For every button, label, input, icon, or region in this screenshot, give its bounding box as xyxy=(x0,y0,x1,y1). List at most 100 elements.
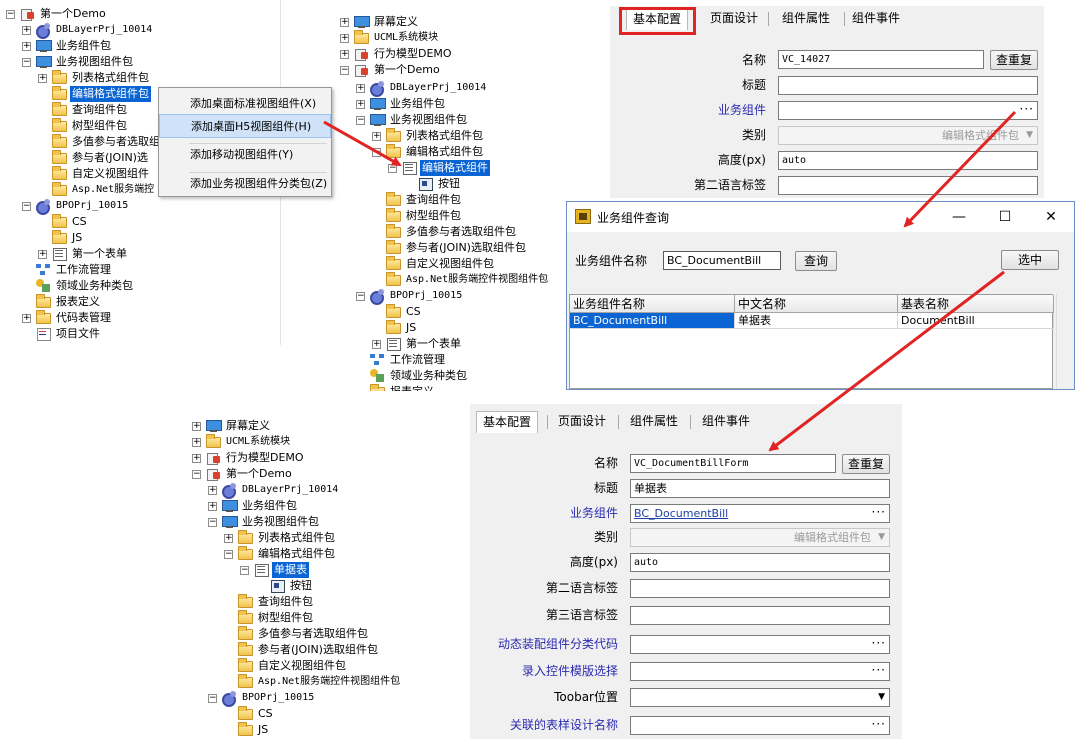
select-button[interactable]: 选中 xyxy=(1001,250,1059,270)
expand-icon[interactable]: + xyxy=(340,50,349,59)
collapse-icon[interactable]: − xyxy=(388,164,397,173)
expand-icon[interactable]: + xyxy=(192,422,201,431)
search-label: 业务组件名称 xyxy=(575,254,648,268)
expand-icon[interactable]: + xyxy=(208,502,217,511)
query-button[interactable]: 查询 xyxy=(795,251,837,271)
collapse-icon[interactable]: − xyxy=(22,58,31,67)
height-field[interactable]: auto xyxy=(630,553,890,572)
maximize-icon[interactable]: ☐ xyxy=(995,207,1015,227)
grid-scrollbar[interactable] xyxy=(1056,294,1074,389)
column-header[interactable]: 业务组件名称 xyxy=(570,295,735,313)
table-cell[interactable]: 单据表 xyxy=(735,313,898,329)
tree-node-label: BPOPrj_10015 xyxy=(390,290,463,301)
collapse-icon[interactable]: − xyxy=(240,566,249,575)
tree-node-label: 按钮 xyxy=(290,579,312,592)
tree-node-label: CS xyxy=(406,305,421,318)
expand-icon[interactable]: + xyxy=(192,438,201,447)
table-cell[interactable]: DocumentBill xyxy=(898,313,1054,329)
category-select[interactable]: 编辑格式组件包 ▼ xyxy=(630,528,890,547)
expand-icon[interactable]: + xyxy=(38,250,47,259)
collapse-icon[interactable]: − xyxy=(356,292,365,301)
search-input[interactable]: BC_DocumentBill xyxy=(663,251,781,270)
tab-component-events[interactable]: 组件事件 xyxy=(846,8,906,30)
expand-icon[interactable]: + xyxy=(192,454,201,463)
tree-node-label: 第一个Demo xyxy=(40,7,106,20)
menu-item-add-h5-view[interactable]: 添加桌面H5视图组件(H) xyxy=(159,114,331,138)
tree-node-label: 查询组件包 xyxy=(406,193,461,206)
minimize-icon[interactable]: — xyxy=(949,207,969,227)
collapse-icon[interactable]: − xyxy=(356,116,365,125)
expand-icon[interactable]: + xyxy=(224,534,233,543)
ellipsis-icon[interactable]: ··· xyxy=(872,663,886,678)
collapse-icon[interactable]: − xyxy=(208,518,217,527)
lang2-field[interactable] xyxy=(630,579,890,598)
tab-basic-config[interactable]: 基本配置 xyxy=(476,411,539,433)
toolbar-position-select[interactable]: ▼ xyxy=(630,688,890,707)
column-header[interactable]: 中文名称 xyxy=(735,295,898,313)
lang3-field[interactable] xyxy=(630,606,890,625)
sample-design-field[interactable]: ··· xyxy=(630,716,890,735)
column-header[interactable]: 基表名称 xyxy=(898,295,1054,313)
check-duplicate-button[interactable]: 查重复 xyxy=(990,50,1038,70)
tree-node-label: 代码表管理 xyxy=(56,311,111,324)
collapse-icon[interactable]: − xyxy=(224,550,233,559)
menu-item-add-category[interactable]: 添加业务视图组件分类包(Z) xyxy=(159,172,331,196)
menu-item-add-mobile-view[interactable]: 添加移动视图组件(Y) xyxy=(159,143,331,167)
tab-page-design[interactable]: 页面设计 xyxy=(704,8,764,30)
close-icon[interactable]: ✕ xyxy=(1041,207,1061,227)
title-field[interactable] xyxy=(778,76,1038,95)
check-duplicate-button[interactable]: 查重复 xyxy=(842,454,890,474)
expand-icon[interactable]: + xyxy=(208,486,217,495)
expand-icon[interactable]: + xyxy=(38,74,47,83)
tab-component-props[interactable]: 组件属性 xyxy=(776,8,836,30)
expand-icon[interactable]: + xyxy=(22,26,31,35)
collapse-icon[interactable]: − xyxy=(372,148,381,157)
tab-bar-2: 基本配置 页面设计 组件属性 组件事件 xyxy=(476,411,776,433)
category-value: 编辑格式组件包 xyxy=(794,531,871,544)
expand-icon[interactable]: + xyxy=(22,42,31,51)
ellipsis-icon[interactable]: ··· xyxy=(872,505,886,520)
ellipsis-icon[interactable]: ··· xyxy=(872,636,886,651)
tree-node-label: 业务视图组件包 xyxy=(242,515,319,528)
folder-icon xyxy=(354,30,370,45)
category-select[interactable]: 编辑格式组件包 ▼ xyxy=(778,126,1038,145)
collapse-icon[interactable]: − xyxy=(22,202,31,211)
expand-icon[interactable]: + xyxy=(340,34,349,43)
expand-icon[interactable]: + xyxy=(340,18,349,27)
expand-icon[interactable]: + xyxy=(356,100,365,109)
tab-component-events[interactable]: 组件事件 xyxy=(696,411,756,433)
tree-node-label: 自定义视图组件 xyxy=(72,167,149,180)
table-cell[interactable]: BC_DocumentBill xyxy=(570,313,735,329)
name-field[interactable]: VC_14027 xyxy=(778,50,984,69)
tab-component-props[interactable]: 组件属性 xyxy=(624,411,684,433)
tree-node-label: 行为模型DEMO xyxy=(374,47,452,60)
folder-icon xyxy=(238,642,254,657)
name-field[interactable]: VC_DocumentBillForm xyxy=(630,454,836,473)
business-component-field[interactable]: BC_DocumentBill ··· xyxy=(630,504,890,523)
folder-icon xyxy=(386,304,402,319)
expand-icon[interactable]: + xyxy=(372,132,381,141)
collapse-icon[interactable]: − xyxy=(208,694,217,703)
menu-item-add-desktop-view[interactable]: 添加桌面标准视图组件(X) xyxy=(159,92,331,116)
ellipsis-icon[interactable]: ··· xyxy=(872,717,886,732)
tab-page-design[interactable]: 页面设计 xyxy=(552,411,612,433)
folder-icon xyxy=(36,294,52,309)
folder-icon xyxy=(238,610,254,625)
business-component-field[interactable]: ··· xyxy=(778,101,1038,120)
flow-icon xyxy=(36,263,52,277)
title-field[interactable]: 单据表 xyxy=(630,479,890,498)
folder-icon xyxy=(386,256,402,271)
collapse-icon[interactable]: − xyxy=(6,10,15,19)
template-select-field[interactable]: ··· xyxy=(630,662,890,681)
lang2-field[interactable] xyxy=(778,176,1038,195)
business-component-link[interactable]: BC_DocumentBill xyxy=(634,507,728,520)
tree-node-label: 工作流管理 xyxy=(390,353,445,366)
expand-icon[interactable]: + xyxy=(372,340,381,349)
collapse-icon[interactable]: − xyxy=(192,470,201,479)
expand-icon[interactable]: + xyxy=(22,314,31,323)
height-field[interactable]: auto xyxy=(778,151,1038,170)
collapse-icon[interactable]: − xyxy=(340,66,349,75)
expand-icon[interactable]: + xyxy=(356,84,365,93)
ellipsis-icon[interactable]: ··· xyxy=(1020,102,1034,117)
dynamic-assembly-field[interactable]: ··· xyxy=(630,635,890,654)
